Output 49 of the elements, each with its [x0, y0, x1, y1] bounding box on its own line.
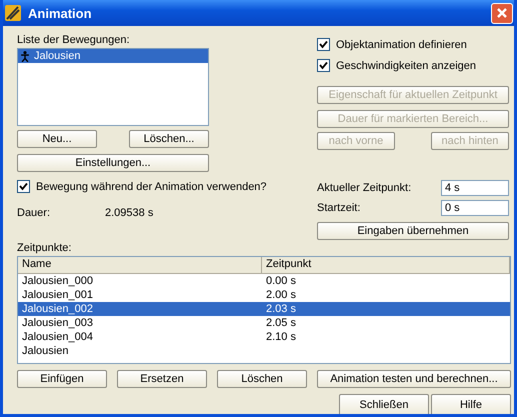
settings-button[interactable]: Einstellungen... — [17, 154, 209, 172]
time-input[interactable]: 0 s — [441, 200, 509, 216]
close-button[interactable] — [491, 2, 513, 24]
name-cell-text: Jalousien_003 — [21, 317, 94, 329]
list-button[interactable]: Neu... — [17, 130, 97, 148]
table-button[interactable]: Ersetzen — [117, 370, 207, 388]
duration-value: 2.09538 s — [105, 207, 154, 219]
list-label: Zeitpunkte: — [17, 242, 72, 254]
time-cell-text: 2.03 s — [265, 303, 297, 315]
app-icon — [4, 4, 22, 22]
name-cell-text: Jalousien_000 — [21, 275, 94, 287]
table-row[interactable]: Jalousien_002 2.03 s — [18, 302, 510, 316]
table-button[interactable]: Einfügen — [17, 370, 107, 388]
list-item[interactable]: Jalousien — [18, 49, 208, 63]
table-button[interactable]: Löschen — [217, 370, 307, 388]
field-label: Startzeit: — [317, 202, 360, 214]
duration-label: Dauer: — [17, 207, 52, 219]
time-cell-text: 2.10 s — [265, 331, 297, 343]
checkbox-label: Objektanimation definieren — [336, 38, 467, 50]
table-row[interactable]: Jalousien_004 2.10 s — [18, 330, 510, 344]
checkbox[interactable] — [317, 38, 330, 51]
window-title: Animation — [28, 6, 93, 20]
time-cell-text: 2.00 s — [265, 289, 297, 301]
time-cell-text: 0.00 s — [265, 275, 297, 287]
field-label: Aktueller Zeitpunkt: — [317, 182, 412, 194]
table-row[interactable]: Jalousien — [18, 344, 510, 358]
time-input[interactable]: 4 s — [441, 180, 509, 196]
figure-icon — [20, 50, 30, 62]
name-cell-text: Jalousien_002 — [21, 303, 94, 315]
list-button[interactable]: Löschen... — [129, 130, 209, 148]
apply-button[interactable]: Eingaben übernehmen — [317, 222, 509, 240]
checkbox-label: Geschwindigkeiten anzeigen — [336, 60, 476, 72]
name-cell-text: Jalousien_004 — [21, 331, 94, 343]
time-cell-text: 2.05 s — [265, 317, 297, 329]
column-header[interactable]: Zeitpunkt — [262, 257, 510, 273]
dialog-button[interactable]: Schließen — [339, 394, 429, 414]
name-cell-text: Jalousien — [21, 345, 70, 357]
table-row[interactable]: Jalousien_003 2.05 s — [18, 316, 510, 330]
table-row[interactable]: Jalousien_000 0.00 s — [18, 274, 510, 288]
table-button[interactable]: Animation testen und berechnen... — [317, 370, 511, 388]
close-icon — [496, 7, 508, 19]
list-label: Liste der Bewegungen: — [17, 34, 131, 46]
dialog-button[interactable]: Hilfe — [431, 394, 511, 414]
checkbox[interactable] — [317, 59, 330, 72]
column-header[interactable]: Name — [18, 257, 262, 273]
table-row[interactable]: Jalousien_001 2.00 s — [18, 288, 510, 302]
name-cell-text: Jalousien_001 — [21, 289, 94, 301]
checkbox[interactable] — [17, 180, 30, 193]
checkbox-label: Bewegung während der Animation verwenden? — [36, 180, 267, 192]
